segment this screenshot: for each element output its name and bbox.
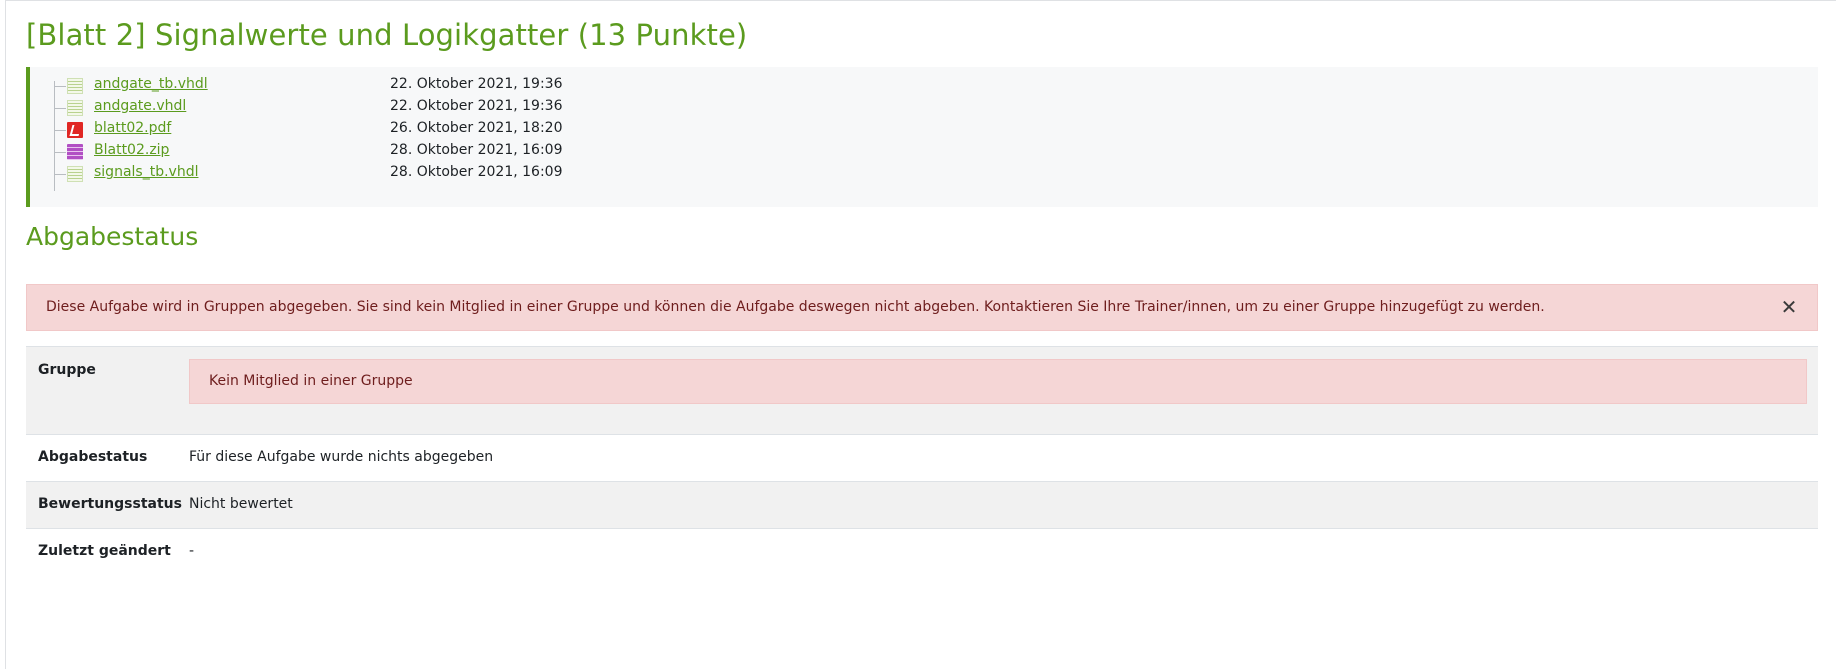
file-link[interactable]: Blatt02.zip [94, 142, 169, 158]
file-tree-branch [54, 152, 66, 153]
group-status-badge: Kein Mitglied in einer Gruppe [189, 359, 1807, 404]
page-frame-top [5, 0, 1836, 1]
row-label-submission-status: Abgabestatus [38, 449, 148, 465]
submission-status-heading: Abgabestatus [26, 222, 199, 251]
row-label-grading-status: Bewertungsstatus [38, 496, 182, 512]
table-row: Bewertungsstatus Nicht bewertet [26, 481, 1818, 528]
table-row: Gruppe Kein Mitglied in einer Gruppe [26, 346, 1818, 434]
file-link[interactable]: andgate_tb.vhdl [94, 76, 208, 92]
file-link[interactable]: andgate.vhdl [94, 98, 186, 114]
file-date: 22. Oktober 2021, 19:36 [390, 76, 563, 92]
text-file-icon [67, 100, 83, 116]
row-label-last-modified: Zuletzt geändert [38, 543, 171, 559]
text-file-icon [67, 78, 83, 94]
file-tree-branch [54, 130, 66, 131]
table-row: Zuletzt geändert - [26, 528, 1818, 575]
file-link[interactable]: signals_tb.vhdl [94, 164, 198, 180]
file-item: signals_tb.vhdl 28. Oktober 2021, 16:09 [54, 163, 754, 185]
text-file-icon [67, 166, 83, 182]
file-item: Blatt02.zip 28. Oktober 2021, 16:09 [54, 141, 754, 163]
page-title: [Blatt 2] Signalwerte und Logikgatter (1… [26, 18, 748, 52]
page-frame-left [5, 0, 6, 669]
submission-status-value: Für diese Aufgabe wurde nichts abgegeben [189, 449, 494, 465]
zip-file-icon [67, 144, 83, 160]
file-item: andgate.vhdl 22. Oktober 2021, 19:36 [54, 97, 754, 119]
file-tree-branch [54, 174, 66, 175]
pdf-file-icon [67, 122, 83, 138]
row-label-group: Gruppe [38, 362, 96, 378]
group-warning-alert: Diese Aufgabe wird in Gruppen abgegeben.… [26, 284, 1818, 331]
file-date: 22. Oktober 2021, 19:36 [390, 98, 563, 114]
table-row: Abgabestatus Für diese Aufgabe wurde nic… [26, 434, 1818, 481]
file-link[interactable]: blatt02.pdf [94, 120, 171, 136]
file-date: 26. Oktober 2021, 18:20 [390, 120, 563, 136]
group-status-text: Kein Mitglied in einer Gruppe [209, 373, 413, 389]
file-tree-branch [54, 86, 66, 87]
file-item: blatt02.pdf 26. Oktober 2021, 18:20 [54, 119, 754, 141]
attached-files-box: andgate_tb.vhdl 22. Oktober 2021, 19:36 … [26, 67, 1818, 207]
file-item: andgate_tb.vhdl 22. Oktober 2021, 19:36 [54, 75, 754, 97]
close-icon[interactable]: ✕ [1779, 297, 1799, 317]
file-tree-branch [54, 108, 66, 109]
grading-status-value: Nicht bewertet [189, 496, 293, 512]
file-date: 28. Oktober 2021, 16:09 [390, 142, 563, 158]
file-date: 28. Oktober 2021, 16:09 [390, 164, 563, 180]
alert-message: Diese Aufgabe wird in Gruppen abgegeben.… [46, 299, 1545, 315]
last-modified-value: - [189, 543, 195, 559]
